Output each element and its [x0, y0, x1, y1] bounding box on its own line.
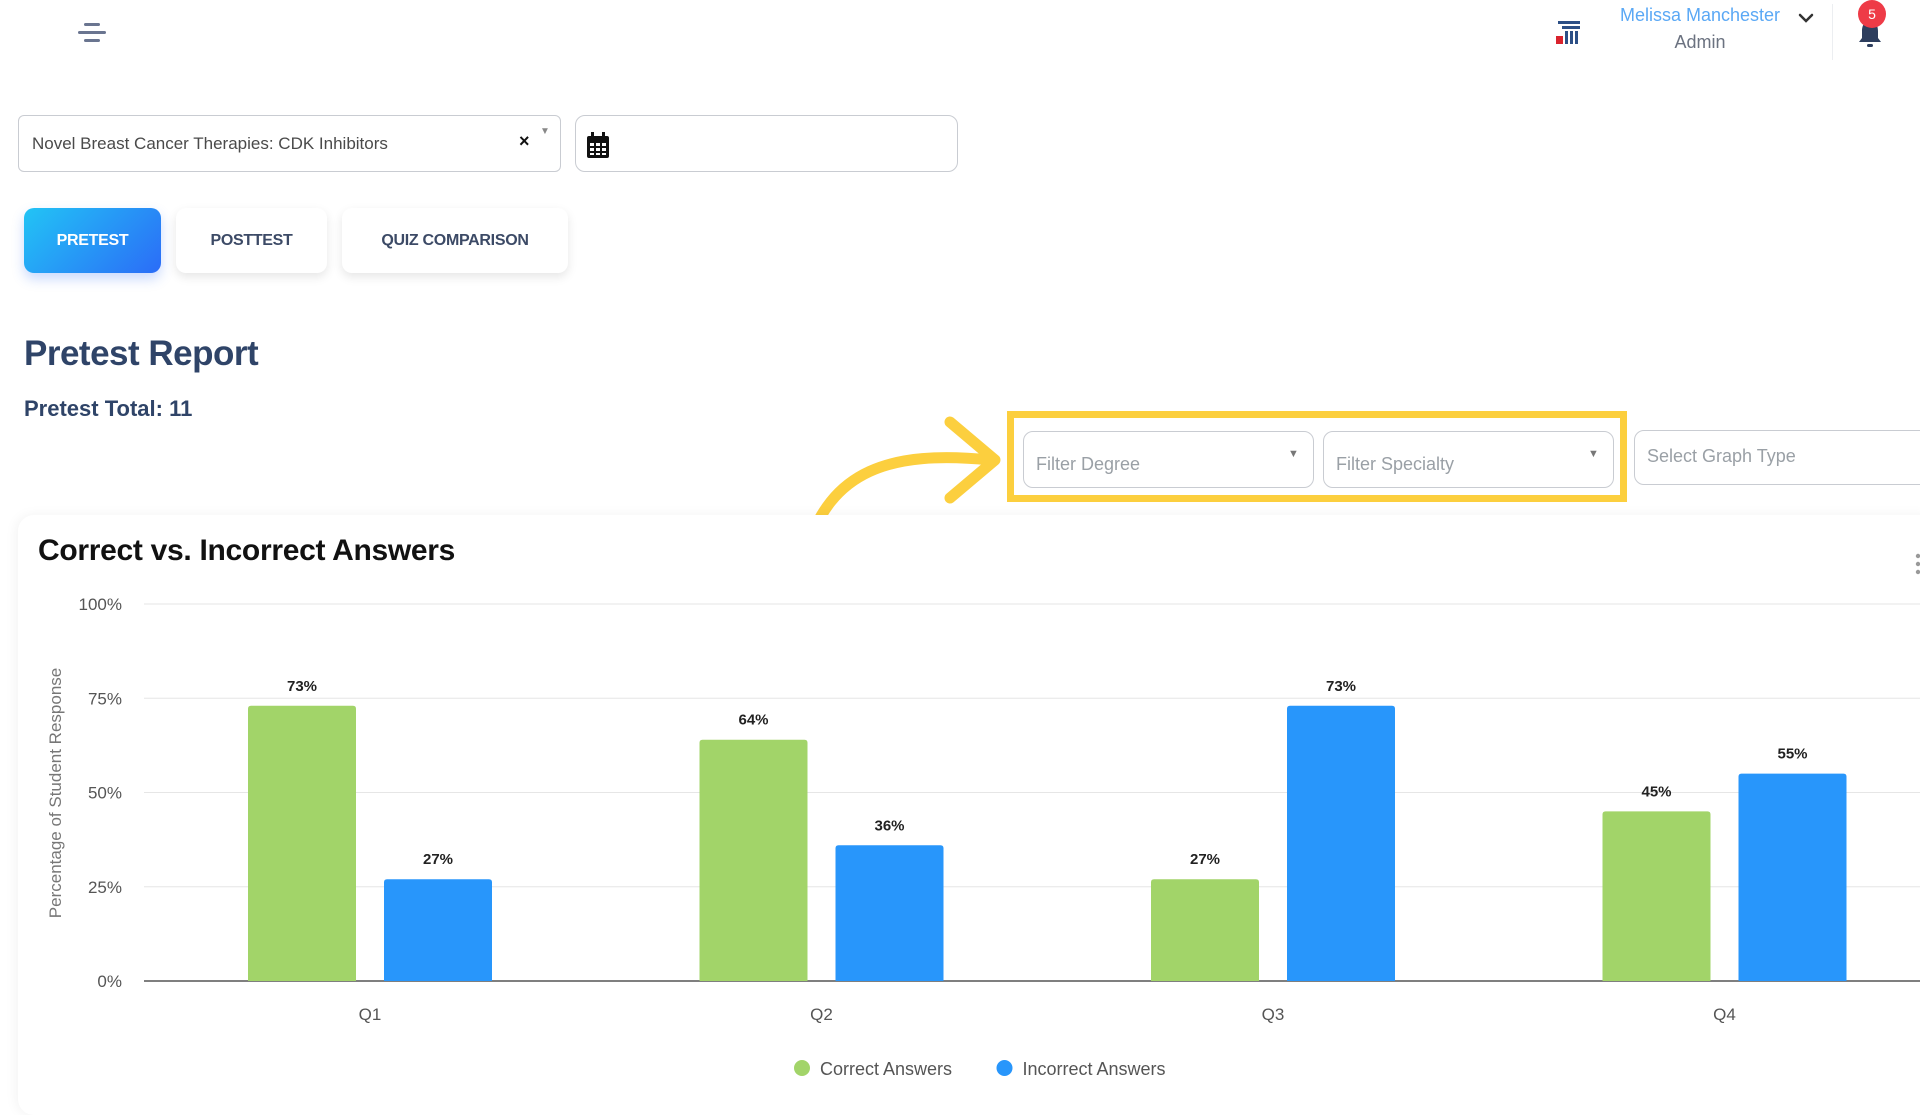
bar-incorrect-answers-q1 — [384, 879, 492, 981]
y-tick-label: 100% — [79, 595, 122, 614]
legend-label: Correct Answers — [820, 1059, 952, 1079]
x-tick-label: Q1 — [359, 1005, 382, 1024]
legend-marker — [996, 1060, 1013, 1076]
data-label: 27% — [423, 851, 453, 868]
bar-correct-answers-q2 — [699, 739, 808, 981]
data-label: 55% — [1777, 746, 1807, 763]
bar-incorrect-answers-q2 — [835, 845, 944, 981]
y-tick-label: 0% — [97, 972, 122, 991]
y-tick-label: 75% — [88, 689, 122, 708]
data-label: 73% — [287, 678, 317, 695]
data-label: 73% — [1326, 678, 1356, 695]
bar-correct-answers-q1 — [248, 705, 356, 981]
legend-marker — [794, 1060, 810, 1076]
legend-label: Incorrect Answers — [1023, 1059, 1166, 1079]
x-tick-label: Q4 — [1713, 1005, 1736, 1024]
y-tick-label: 25% — [88, 878, 122, 897]
y-tick-label: 50% — [88, 784, 122, 803]
bar-correct-answers-q4 — [1602, 811, 1711, 981]
bar-incorrect-answers-q4 — [1738, 773, 1847, 981]
x-tick-label: Q2 — [810, 1005, 833, 1024]
bar-chart: 0% 25% 50% 75% 100% 73% 27% 64% 36% 27% 73% 45% 55%… — [46, 595, 1920, 1079]
data-label: 45% — [1641, 783, 1671, 800]
data-label: 36% — [874, 817, 904, 834]
bar-incorrect-answers-q3 — [1287, 705, 1395, 981]
data-label: 64% — [738, 712, 768, 729]
x-tick-label: Q3 — [1262, 1005, 1285, 1024]
y-axis-label: Percentage of Student Response — [46, 668, 65, 918]
bar-correct-answers-q3 — [1151, 879, 1259, 981]
data-label: 27% — [1190, 851, 1220, 868]
